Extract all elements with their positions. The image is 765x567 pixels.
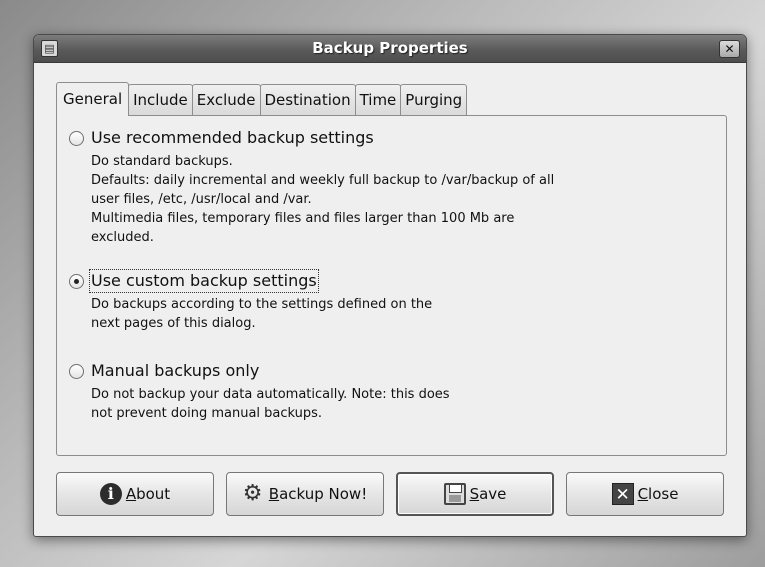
- option-manual-label[interactable]: Manual backups only: [91, 361, 259, 381]
- gears-icon: ⚙: [242, 481, 263, 506]
- description-line: Do backups according to the settings def…: [91, 297, 433, 312]
- description-line: Defaults: daily incremental and weekly f…: [91, 173, 555, 188]
- tab-destination[interactable]: Destination: [259, 84, 356, 115]
- general-tab-panel: Use recommended backup settings Do stand…: [56, 115, 727, 456]
- tab-include[interactable]: Include: [128, 84, 193, 115]
- tab-time[interactable]: Time: [354, 84, 402, 115]
- description-line: Multimedia files, temporary files and fi…: [91, 211, 515, 226]
- tab-exclude[interactable]: Exclude: [191, 84, 261, 115]
- save-button-label: Save: [469, 485, 507, 503]
- option-custom-description: Do backups according to the settings def…: [91, 295, 432, 333]
- close-button-label: Close: [637, 485, 679, 503]
- option-recommended-label[interactable]: Use recommended backup settings: [91, 128, 374, 148]
- close-icon: ✕: [611, 483, 634, 505]
- description-line: user files, /etc, /usr/local and /var.: [91, 192, 312, 207]
- description-line: Do standard backups.: [91, 154, 233, 169]
- radio-manual[interactable]: [69, 364, 84, 379]
- option-recommended-description: Do standard backups. Defaults: daily inc…: [91, 152, 554, 247]
- save-button[interactable]: Save: [396, 472, 554, 516]
- about-button[interactable]: i About: [56, 472, 214, 516]
- tab-bar: General Include Exclude Destination Time…: [56, 82, 468, 116]
- description-line: excluded.: [91, 230, 154, 245]
- description-line: next pages of this dialog.: [91, 316, 256, 331]
- option-custom-label[interactable]: Use custom backup settings: [89, 269, 319, 293]
- info-icon: i: [99, 483, 122, 505]
- backup-now-button-label: Backup Now!: [268, 485, 368, 503]
- title-bar[interactable]: ▤ Backup Properties ✕: [34, 35, 746, 63]
- description-line: Do not backup your data automatically. N…: [91, 387, 450, 402]
- floppy-icon: [443, 483, 466, 505]
- window-close-button[interactable]: ✕: [719, 40, 740, 58]
- option-manual-description: Do not backup your data automatically. N…: [91, 385, 450, 423]
- about-button-label: About: [125, 485, 171, 503]
- radio-custom[interactable]: [69, 274, 84, 289]
- window-title: Backup Properties: [312, 39, 468, 57]
- backup-properties-dialog: ▤ Backup Properties ✕ General Include Ex…: [33, 34, 747, 537]
- close-button[interactable]: ✕ Close: [566, 472, 724, 516]
- tab-general[interactable]: General: [56, 82, 130, 116]
- description-line: not prevent doing manual backups.: [91, 406, 323, 421]
- button-row: i About ⚙ Backup Now! Save ✕ Close: [56, 472, 726, 518]
- tab-purging[interactable]: Purging: [400, 84, 468, 115]
- backup-now-button[interactable]: ⚙ Backup Now!: [226, 472, 384, 516]
- radio-recommended[interactable]: [69, 131, 84, 146]
